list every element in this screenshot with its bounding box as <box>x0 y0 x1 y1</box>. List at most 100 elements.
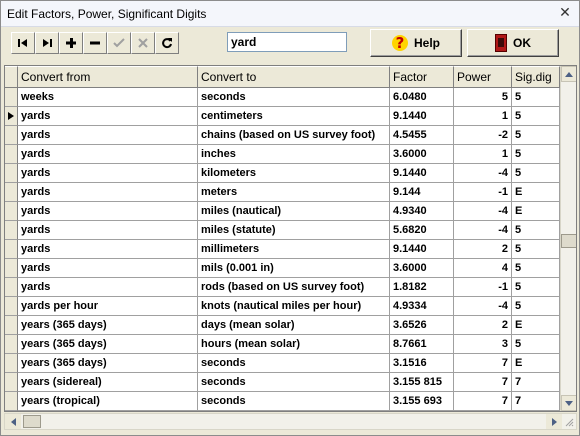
cell-convert-from[interactable]: yards <box>18 259 198 278</box>
cell-convert-from[interactable]: yards <box>18 183 198 202</box>
cell-convert-from[interactable]: years (sidereal) <box>18 373 198 392</box>
cell-factor[interactable]: 8.7661 <box>390 335 454 354</box>
row-indicator[interactable] <box>5 259 18 278</box>
cell-power[interactable]: -4 <box>454 221 512 240</box>
cell-factor[interactable]: 9.1440 <box>390 240 454 259</box>
table-row[interactable]: weeks seconds 6.0480 5 5 <box>5 88 560 107</box>
cell-power[interactable]: -4 <box>454 297 512 316</box>
table-row[interactable]: yards inches 3.6000 1 5 <box>5 145 560 164</box>
table-row[interactable]: yards per hour knots (nautical miles per … <box>5 297 560 316</box>
cell-factor[interactable]: 5.6820 <box>390 221 454 240</box>
cell-factor[interactable]: 4.5455 <box>390 126 454 145</box>
cell-sig-dig[interactable]: E <box>512 316 560 335</box>
cancel-edit-icon[interactable] <box>131 32 155 54</box>
scroll-up-icon[interactable] <box>561 66 576 82</box>
cell-convert-to[interactable]: seconds <box>198 354 390 373</box>
cell-power[interactable]: -1 <box>454 183 512 202</box>
cell-power[interactable]: -2 <box>454 126 512 145</box>
row-indicator[interactable] <box>5 373 18 392</box>
close-icon[interactable]: ✕ <box>555 4 575 23</box>
column-header-convert-from[interactable]: Convert from <box>18 66 198 88</box>
row-indicator[interactable] <box>5 183 18 202</box>
row-indicator[interactable] <box>5 392 18 411</box>
table-row[interactable]: yards millimeters 9.1440 2 5 <box>5 240 560 259</box>
cell-convert-to[interactable]: days (mean solar) <box>198 316 390 335</box>
cell-convert-to[interactable]: meters <box>198 183 390 202</box>
cell-factor[interactable]: 4.9340 <box>390 202 454 221</box>
cell-convert-from[interactable]: yards <box>18 145 198 164</box>
cell-convert-from[interactable]: yards per hour <box>18 297 198 316</box>
cell-convert-from[interactable]: weeks <box>18 88 198 107</box>
last-record-icon[interactable] <box>35 32 59 54</box>
cell-power[interactable]: 2 <box>454 316 512 335</box>
table-row[interactable]: years (tropical) seconds 3.155 693 7 7 <box>5 392 560 411</box>
cell-convert-to[interactable]: seconds <box>198 392 390 411</box>
column-header-sig-dig[interactable]: Sig.dig <box>512 66 560 88</box>
table-row[interactable]: yards miles (statute) 5.6820 -4 5 <box>5 221 560 240</box>
first-record-icon[interactable] <box>11 32 35 54</box>
row-indicator[interactable] <box>5 126 18 145</box>
cell-convert-to[interactable]: chains (based on US survey foot) <box>198 126 390 145</box>
cell-convert-to[interactable]: mils (0.001 in) <box>198 259 390 278</box>
cell-sig-dig[interactable]: 7 <box>512 392 560 411</box>
vertical-scrollbar[interactable] <box>560 66 576 411</box>
row-indicator[interactable] <box>5 316 18 335</box>
cell-convert-to[interactable]: hours (mean solar) <box>198 335 390 354</box>
cell-sig-dig[interactable]: E <box>512 202 560 221</box>
row-indicator[interactable] <box>5 145 18 164</box>
cell-power[interactable]: 1 <box>454 107 512 126</box>
table-row[interactable]: yards meters 9.144 -1 E <box>5 183 560 202</box>
cell-convert-to[interactable]: miles (nautical) <box>198 202 390 221</box>
cell-convert-from[interactable]: years (tropical) <box>18 392 198 411</box>
cell-sig-dig[interactable]: 5 <box>512 145 560 164</box>
cell-power[interactable]: -4 <box>454 164 512 183</box>
cell-convert-from[interactable]: yards <box>18 126 198 145</box>
cell-power[interactable]: 3 <box>454 335 512 354</box>
table-row[interactable]: years (365 days) hours (mean solar) 8.7661… <box>5 335 560 354</box>
cell-convert-to[interactable]: knots (nautical miles per hour) <box>198 297 390 316</box>
table-row[interactable]: yards chains (based on US survey foot) 4.5… <box>5 126 560 145</box>
cell-power[interactable]: 5 <box>454 88 512 107</box>
cell-convert-from[interactable]: years (365 days) <box>18 316 198 335</box>
cell-power[interactable]: 1 <box>454 145 512 164</box>
data-grid[interactable]: Convert from Convert to Factor Power Sig… <box>4 65 577 412</box>
horizontal-scroll-thumb[interactable] <box>23 415 41 428</box>
cell-power[interactable]: 7 <box>454 392 512 411</box>
refresh-icon[interactable] <box>155 32 179 54</box>
row-indicator[interactable] <box>5 202 18 221</box>
cell-sig-dig[interactable]: 5 <box>512 107 560 126</box>
row-indicator[interactable] <box>5 107 18 126</box>
row-indicator[interactable] <box>5 221 18 240</box>
scroll-right-icon[interactable] <box>546 414 562 429</box>
cell-sig-dig[interactable]: 5 <box>512 221 560 240</box>
row-indicator[interactable] <box>5 164 18 183</box>
cell-sig-dig[interactable]: 5 <box>512 126 560 145</box>
cell-power[interactable]: -4 <box>454 202 512 221</box>
cell-sig-dig[interactable]: E <box>512 354 560 373</box>
cell-factor[interactable]: 9.144 <box>390 183 454 202</box>
cell-convert-from[interactable]: yards <box>18 278 198 297</box>
column-header-power[interactable]: Power <box>454 66 512 88</box>
row-indicator[interactable] <box>5 297 18 316</box>
horizontal-scrollbar[interactable] <box>4 413 577 430</box>
cell-factor[interactable]: 9.1440 <box>390 107 454 126</box>
table-row[interactable]: yards rods (based on US survey foot) 1.818… <box>5 278 560 297</box>
row-indicator[interactable] <box>5 240 18 259</box>
cell-power[interactable]: 7 <box>454 354 512 373</box>
cell-sig-dig[interactable]: 5 <box>512 88 560 107</box>
row-indicator[interactable] <box>5 354 18 373</box>
cell-power[interactable]: -1 <box>454 278 512 297</box>
cell-factor[interactable]: 1.8182 <box>390 278 454 297</box>
scroll-left-icon[interactable] <box>5 414 21 429</box>
cell-sig-dig[interactable]: 5 <box>512 259 560 278</box>
cell-convert-from[interactable]: years (365 days) <box>18 335 198 354</box>
table-row[interactable]: years (365 days) days (mean solar) 3.6526 2… <box>5 316 560 335</box>
cell-convert-to[interactable]: millimeters <box>198 240 390 259</box>
cell-convert-to[interactable]: seconds <box>198 373 390 392</box>
cell-power[interactable]: 4 <box>454 259 512 278</box>
cell-factor[interactable]: 3.6000 <box>390 145 454 164</box>
vertical-scroll-thumb[interactable] <box>561 234 576 248</box>
table-row[interactable]: years (365 days) seconds 3.1516 7 E <box>5 354 560 373</box>
delete-record-icon[interactable] <box>83 32 107 54</box>
cell-factor[interactable]: 6.0480 <box>390 88 454 107</box>
